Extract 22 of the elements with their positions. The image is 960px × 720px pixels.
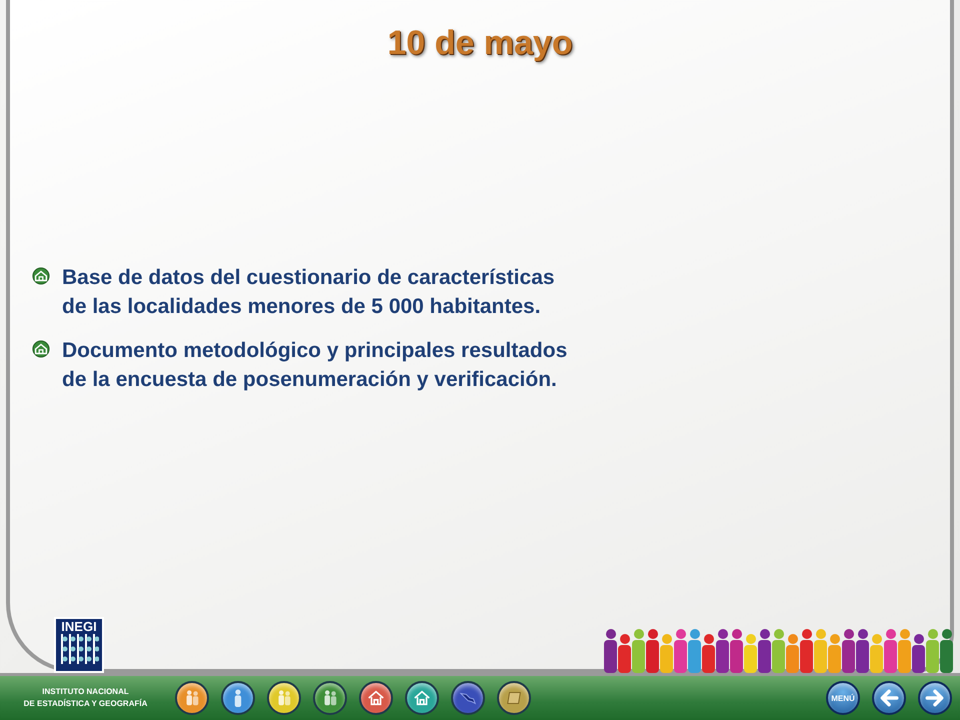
category-button[interactable] [175,681,209,715]
institution-name: INSTITUTO NACIONAL DE ESTADÍSTICA Y GEOGRAFÍA [22,686,148,710]
house-bullet-icon [32,340,50,358]
arrow-right-icon [924,687,946,709]
category-button[interactable] [497,681,531,715]
forward-button[interactable] [918,681,952,715]
category-button[interactable] [313,681,347,715]
arrow-left-icon [878,687,900,709]
house-icon [367,689,385,707]
bullet-text: Base de datos del cuestionario de características de las localidades menores de 5 000 habitantes. [62,265,555,320]
house-bullet-icon [32,267,50,285]
category-button[interactable] [405,681,439,715]
category-button[interactable] [267,681,301,715]
slide-title: 10 de mayo [387,24,573,63]
bullet-text: Documento metodológico y principales resultados de la encuesta de posenumeración y verificación. [62,338,568,394]
person-icon [234,689,242,707]
category-button[interactable] [221,681,255,715]
category-button[interactable] [359,681,393,715]
back-button[interactable] [872,681,906,715]
menu-button[interactable]: MENÚ [826,681,860,715]
house-icon [413,689,431,707]
logo-badge: INEGI [54,617,104,673]
